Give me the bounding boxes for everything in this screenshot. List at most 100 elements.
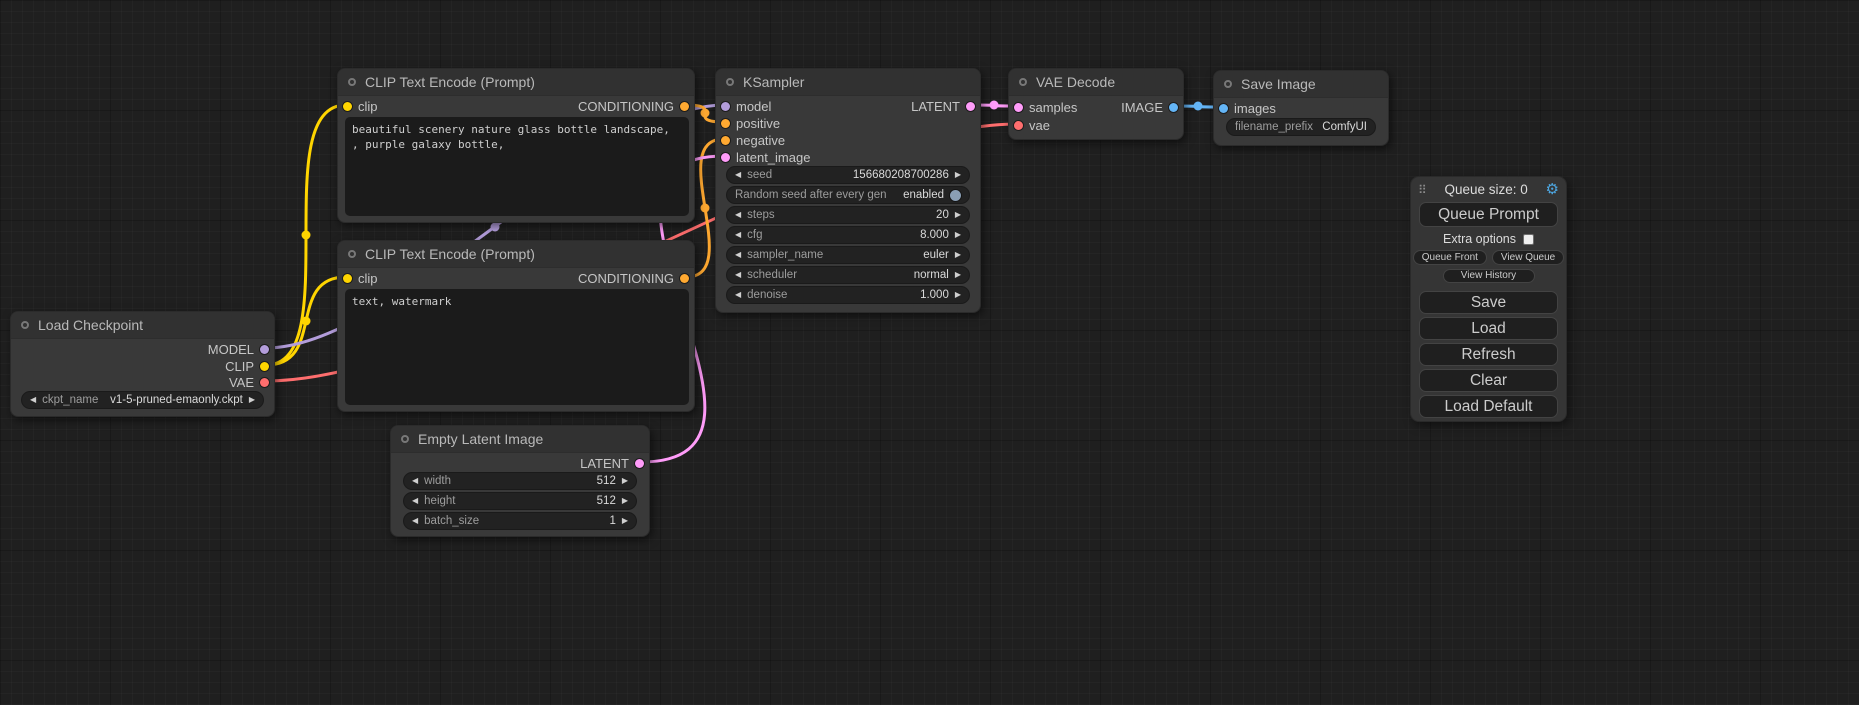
widget-label: batch_size xyxy=(424,515,479,527)
increment-arrow-icon[interactable]: ▶ xyxy=(249,396,255,404)
scheduler-widget[interactable]: ◀ scheduler normal ▶ xyxy=(726,266,970,284)
width-widget[interactable]: ◀ width 512 ▶ xyxy=(403,472,637,490)
widget-value: enabled xyxy=(903,189,944,201)
latent-image-input-port[interactable] xyxy=(721,153,730,162)
increment-arrow-icon[interactable]: ▶ xyxy=(955,251,961,259)
height-widget[interactable]: ◀ height 512 ▶ xyxy=(403,492,637,510)
conditioning-output-port[interactable] xyxy=(680,274,689,283)
refresh-button[interactable]: Refresh xyxy=(1419,343,1558,366)
filename-prefix-widget[interactable]: filename_prefix ComfyUI xyxy=(1226,118,1376,136)
increment-arrow-icon[interactable]: ▶ xyxy=(955,271,961,279)
latent-output-port[interactable] xyxy=(966,102,975,111)
input-label: vae xyxy=(1029,118,1050,133)
node-titlebar[interactable]: CLIP Text Encode (Prompt) xyxy=(338,241,694,268)
node-title: KSampler xyxy=(743,74,804,90)
output-label: LATENT xyxy=(580,456,629,471)
collapse-dot-icon[interactable] xyxy=(348,250,356,258)
latent-output-port[interactable] xyxy=(635,459,644,468)
node-vae-decode[interactable]: VAE Decode samples vae IMAGE xyxy=(1008,68,1184,140)
widget-value: 1.000 xyxy=(920,289,949,301)
node-titlebar[interactable]: Empty Latent Image xyxy=(391,426,649,453)
random-seed-toggle-widget[interactable]: Random seed after every gen enabled xyxy=(726,186,970,204)
toggle-knob-icon[interactable] xyxy=(950,190,961,201)
node-clip-text-encode-positive[interactable]: CLIP Text Encode (Prompt) clip CONDITION… xyxy=(337,68,695,223)
decrement-arrow-icon[interactable]: ◀ xyxy=(412,477,418,485)
decrement-arrow-icon[interactable]: ◀ xyxy=(412,517,418,525)
widget-value: 20 xyxy=(936,209,949,221)
positive-input-port[interactable] xyxy=(721,119,730,128)
model-output-port[interactable] xyxy=(260,345,269,354)
collapse-dot-icon[interactable] xyxy=(401,435,409,443)
denoise-widget[interactable]: ◀ denoise 1.000 ▶ xyxy=(726,286,970,304)
vae-output-port[interactable] xyxy=(260,378,269,387)
node-title: Save Image xyxy=(1241,76,1316,92)
image-output-port[interactable] xyxy=(1169,103,1178,112)
decrement-arrow-icon[interactable]: ◀ xyxy=(735,171,741,179)
node-titlebar[interactable]: CLIP Text Encode (Prompt) xyxy=(338,69,694,96)
node-clip-text-encode-negative[interactable]: CLIP Text Encode (Prompt) clip CONDITION… xyxy=(337,240,695,412)
batch-size-widget[interactable]: ◀ batch_size 1 ▶ xyxy=(403,512,637,530)
view-history-button[interactable]: View History xyxy=(1443,269,1535,283)
model-input-port[interactable] xyxy=(721,102,730,111)
sampler-name-widget[interactable]: ◀ sampler_name euler ▶ xyxy=(726,246,970,264)
negative-prompt-textarea[interactable]: text, watermark xyxy=(345,289,689,405)
clip-input-port[interactable] xyxy=(343,274,352,283)
link-midpoint-dot xyxy=(302,317,311,326)
queue-prompt-button[interactable]: Queue Prompt xyxy=(1419,202,1558,227)
node-titlebar[interactable]: Load Checkpoint xyxy=(11,312,274,339)
increment-arrow-icon[interactable]: ▶ xyxy=(622,517,628,525)
node-load-checkpoint[interactable]: Load Checkpoint MODEL CLIP VAE ◀ ckpt_na… xyxy=(10,311,275,417)
load-button[interactable]: Load xyxy=(1419,317,1558,340)
widget-value: 512 xyxy=(597,495,616,507)
widget-value: euler xyxy=(923,249,949,261)
drag-handle-icon[interactable]: ⠿ xyxy=(1418,183,1427,197)
decrement-arrow-icon[interactable]: ◀ xyxy=(735,231,741,239)
samples-input-port[interactable] xyxy=(1014,103,1023,112)
collapse-dot-icon[interactable] xyxy=(348,78,356,86)
ckpt-name-widget[interactable]: ◀ ckpt_name v1-5-pruned-emaonly.ckpt ▶ xyxy=(21,391,264,409)
extra-options-checkbox[interactable] xyxy=(1523,234,1534,245)
increment-arrow-icon[interactable]: ▶ xyxy=(955,171,961,179)
conditioning-output-port[interactable] xyxy=(680,102,689,111)
collapse-dot-icon[interactable] xyxy=(1224,80,1232,88)
positive-prompt-textarea[interactable]: beautiful scenery nature glass bottle la… xyxy=(345,117,689,216)
increment-arrow-icon[interactable]: ▶ xyxy=(622,497,628,505)
collapse-dot-icon[interactable] xyxy=(1019,78,1027,86)
node-title: Empty Latent Image xyxy=(418,431,543,447)
widget-label: scheduler xyxy=(747,269,797,281)
decrement-arrow-icon[interactable]: ◀ xyxy=(412,497,418,505)
node-titlebar[interactable]: KSampler xyxy=(716,69,980,96)
node-empty-latent-image[interactable]: Empty Latent Image LATENT ◀ width 512 ▶ … xyxy=(390,425,650,537)
settings-gear-icon[interactable]: ⚙ xyxy=(1546,182,1559,197)
increment-arrow-icon[interactable]: ▶ xyxy=(955,291,961,299)
decrement-arrow-icon[interactable]: ◀ xyxy=(735,291,741,299)
images-input-port[interactable] xyxy=(1219,104,1228,113)
vae-input-port[interactable] xyxy=(1014,121,1023,130)
decrement-arrow-icon[interactable]: ◀ xyxy=(735,251,741,259)
load-default-button[interactable]: Load Default xyxy=(1419,395,1558,418)
node-graph-canvas[interactable]: Load Checkpoint MODEL CLIP VAE ◀ ckpt_na… xyxy=(0,0,1859,705)
save-button[interactable]: Save xyxy=(1419,291,1558,314)
node-save-image[interactable]: Save Image images filename_prefix ComfyU… xyxy=(1213,70,1389,146)
decrement-arrow-icon[interactable]: ◀ xyxy=(30,396,36,404)
clear-button[interactable]: Clear xyxy=(1419,369,1558,392)
cfg-widget[interactable]: ◀ cfg 8.000 ▶ xyxy=(726,226,970,244)
decrement-arrow-icon[interactable]: ◀ xyxy=(735,271,741,279)
node-titlebar[interactable]: VAE Decode xyxy=(1009,69,1183,96)
clip-output-port[interactable] xyxy=(260,362,269,371)
node-titlebar[interactable]: Save Image xyxy=(1214,71,1388,98)
increment-arrow-icon[interactable]: ▶ xyxy=(622,477,628,485)
view-queue-button[interactable]: View Queue xyxy=(1492,250,1564,265)
steps-widget[interactable]: ◀ steps 20 ▶ xyxy=(726,206,970,224)
decrement-arrow-icon[interactable]: ◀ xyxy=(735,211,741,219)
negative-input-port[interactable] xyxy=(721,136,730,145)
increment-arrow-icon[interactable]: ▶ xyxy=(955,231,961,239)
queue-front-button[interactable]: Queue Front xyxy=(1413,250,1487,265)
collapse-dot-icon[interactable] xyxy=(21,321,29,329)
input-label: images xyxy=(1234,101,1276,116)
clip-input-port[interactable] xyxy=(343,102,352,111)
increment-arrow-icon[interactable]: ▶ xyxy=(955,211,961,219)
seed-widget[interactable]: ◀ seed 156680208700286 ▶ xyxy=(726,166,970,184)
node-ksampler[interactable]: KSampler model positive negative latent_… xyxy=(715,68,981,313)
collapse-dot-icon[interactable] xyxy=(726,78,734,86)
